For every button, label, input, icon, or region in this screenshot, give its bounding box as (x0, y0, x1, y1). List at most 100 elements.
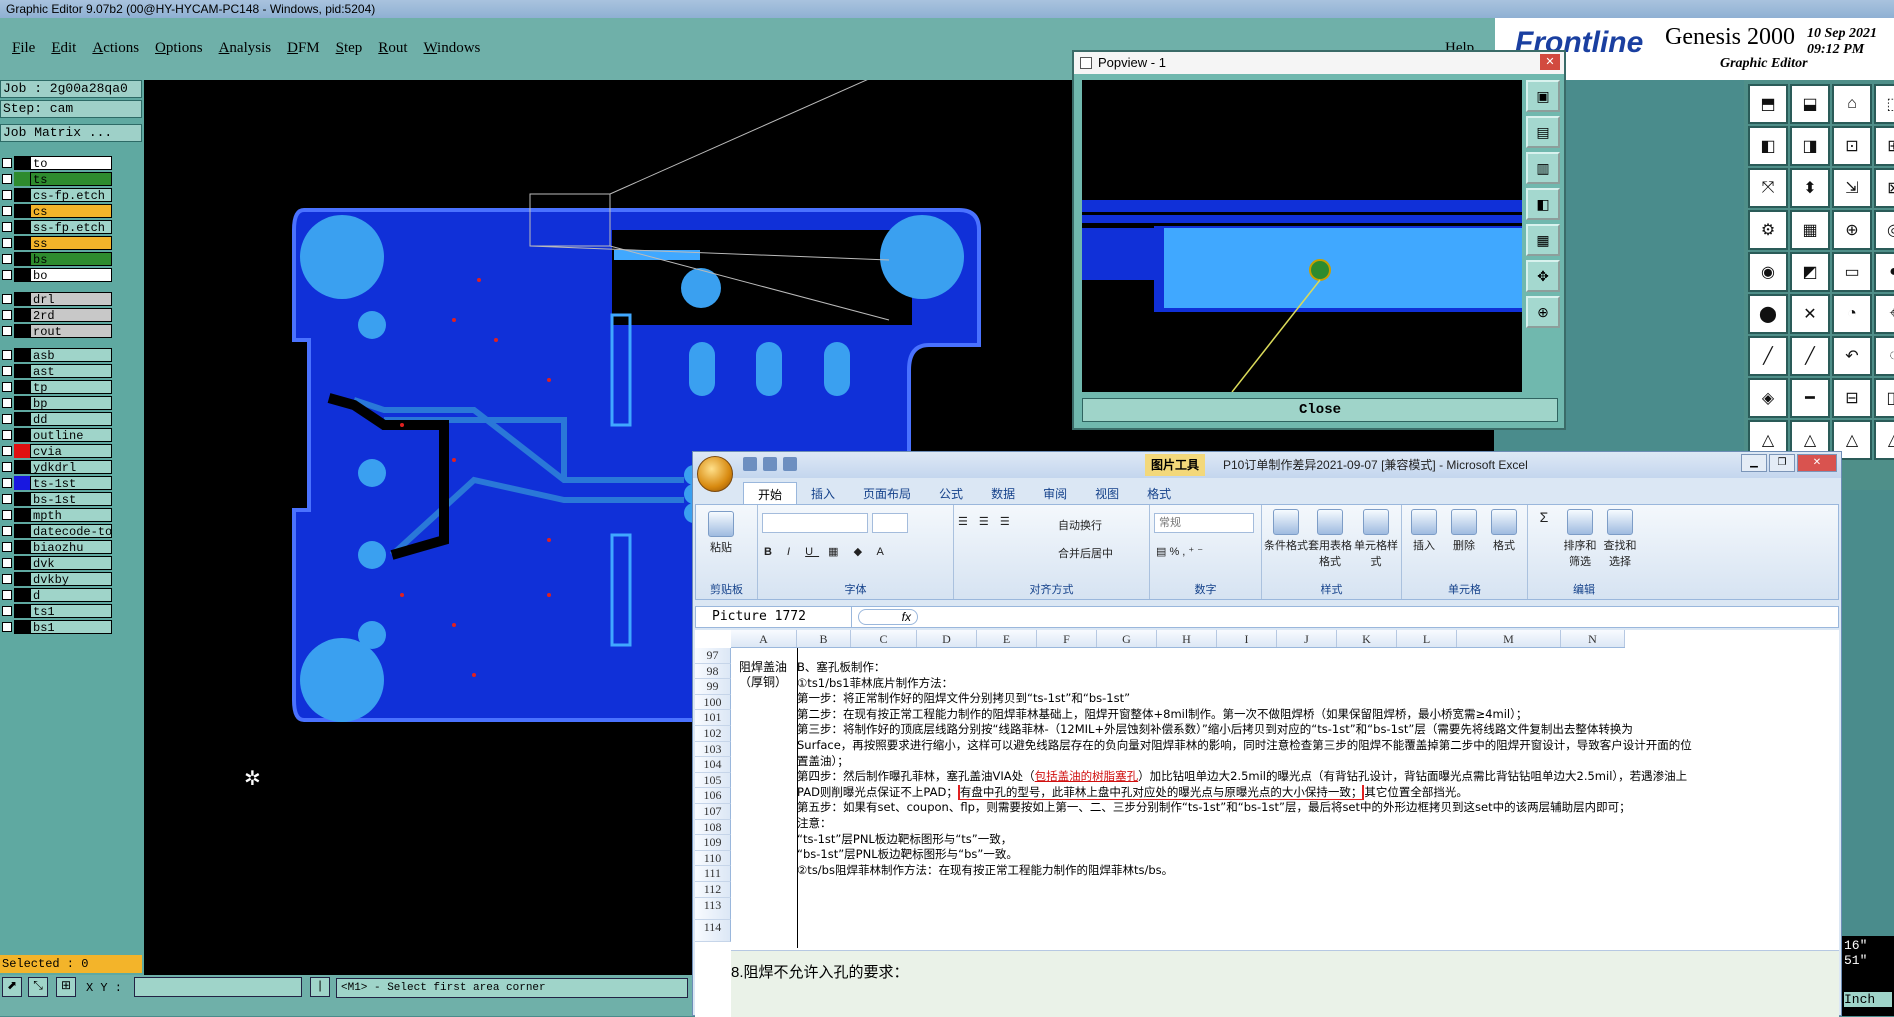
merge-center-button[interactable]: 合并后居中 (1058, 545, 1113, 561)
column-header[interactable]: G (1097, 630, 1157, 647)
menu-analysis[interactable]: Analysis (211, 40, 280, 57)
layer-row[interactable]: ts1 (0, 603, 114, 619)
ribbon-tab[interactable]: 插入 (797, 482, 849, 506)
layer-checkbox[interactable] (2, 414, 12, 424)
toolbar-tool-icon[interactable]: ⌖ (1874, 294, 1894, 334)
layer-checkbox[interactable] (2, 574, 12, 584)
popview-tool-icon[interactable]: ▦ (1526, 224, 1560, 256)
layer-row[interactable]: ts-1st (0, 475, 114, 491)
popview-viewport[interactable] (1082, 80, 1522, 392)
row-header[interactable]: 108 (695, 819, 731, 836)
layer-checkbox[interactable] (2, 158, 12, 168)
row-header[interactable]: 105 (695, 772, 731, 789)
row-header[interactable]: 101 (695, 710, 731, 726)
popview-tool-icon[interactable]: ⊕ (1526, 296, 1560, 328)
column-header[interactable]: N (1561, 630, 1625, 647)
layer-row[interactable]: outline (0, 427, 114, 443)
toolbar-tool-icon[interactable]: ⬍ (1790, 168, 1830, 208)
toolbar-tool-icon[interactable]: ↶ (1832, 336, 1872, 376)
column-header[interactable]: K (1337, 630, 1397, 647)
layer-row[interactable]: cs (0, 203, 114, 219)
find-select-button[interactable]: 查找和选择 (1602, 509, 1638, 569)
grid-tool-icon[interactable]: ⊞ (56, 977, 76, 997)
number-format-combo[interactable]: 常规 (1154, 513, 1254, 533)
layer-row[interactable]: rout (0, 323, 114, 339)
row-header[interactable]: 113 (695, 897, 731, 920)
toolbar-tool-icon[interactable]: ◫ (1874, 378, 1894, 418)
layer-row[interactable]: cs-fp.etch (0, 187, 114, 203)
toolbar-tool-icon[interactable]: ⊕ (1832, 210, 1872, 250)
layer-checkbox[interactable] (2, 326, 12, 336)
zoom-tool-icon[interactable]: ⬈ (2, 977, 22, 997)
toolbar-tool-icon[interactable]: ⊟ (1832, 378, 1872, 418)
layer-checkbox[interactable] (2, 542, 12, 552)
row-header[interactable]: 106 (695, 788, 731, 804)
column-header[interactable]: I (1217, 630, 1277, 647)
layer-checkbox[interactable] (2, 206, 12, 216)
layer-row[interactable]: bs (0, 251, 114, 267)
layer-checkbox[interactable] (2, 190, 12, 200)
layer-row[interactable]: ss-fp.etch (0, 219, 114, 235)
row-header[interactable]: 114 (695, 919, 731, 942)
menu-windows[interactable]: Windows (415, 40, 488, 57)
layer-row[interactable]: drl (0, 291, 114, 307)
layer-checkbox[interactable] (2, 270, 12, 280)
format-cells-button[interactable]: 格式 (1486, 509, 1522, 553)
layer-checkbox[interactable] (2, 590, 12, 600)
layer-row[interactable]: ts (0, 171, 114, 187)
column-header[interactable]: M (1457, 630, 1561, 647)
font-name-combo[interactable] (762, 513, 868, 533)
undo-icon[interactable] (763, 457, 777, 471)
ribbon-tab[interactable]: 开始 (743, 482, 798, 506)
fx-button[interactable]: fx (858, 609, 918, 625)
ribbon-tab[interactable]: 页面布局 (849, 482, 925, 506)
conditional-format-button[interactable]: 条件格式 (1264, 509, 1308, 553)
layer-checkbox[interactable] (2, 430, 12, 440)
layer-row[interactable]: bs-1st (0, 491, 114, 507)
layer-row[interactable]: bo (0, 267, 114, 283)
toolbar-tool-icon[interactable]: ✕ (1790, 294, 1830, 334)
row-header[interactable]: 109 (695, 835, 731, 851)
toolbar-tool-icon[interactable]: ▦ (1790, 210, 1830, 250)
row-header[interactable]: 98 (695, 663, 731, 680)
menu-file[interactable]: File (4, 40, 43, 57)
toolbar-tool-icon[interactable]: ⌂ (1832, 84, 1872, 124)
layer-row[interactable]: d (0, 587, 114, 603)
toolbar-tool-icon[interactable]: ╱ (1748, 336, 1788, 376)
toolbar-tool-icon[interactable]: ╱ (1790, 336, 1830, 376)
formula-input[interactable] (924, 607, 1838, 627)
font-size-combo[interactable] (872, 513, 908, 533)
toolbar-tool-icon[interactable]: ⬚ (1874, 84, 1894, 124)
layer-checkbox[interactable] (2, 382, 12, 392)
align-buttons[interactable]: ☰ ☰ ☰ (958, 515, 1048, 528)
toolbar-tool-icon[interactable]: ● (1874, 252, 1894, 292)
layer-checkbox[interactable] (2, 558, 12, 568)
minimize-icon[interactable]: ▁ (1741, 454, 1767, 472)
cell-styles-button[interactable]: 单元格样式 (1354, 509, 1398, 569)
toolbar-tool-icon[interactable]: ⤧ (1748, 168, 1788, 208)
ribbon-tab[interactable]: 公式 (925, 482, 977, 506)
layer-row[interactable]: dd (0, 411, 114, 427)
column-header[interactable]: L (1397, 630, 1457, 647)
layer-checkbox[interactable] (2, 494, 12, 504)
ribbon-tab[interactable]: 审阅 (1029, 482, 1081, 506)
office-button-icon[interactable] (697, 456, 733, 492)
layer-checkbox[interactable] (2, 526, 12, 536)
save-icon[interactable] (743, 457, 757, 471)
toolbar-tool-icon[interactable]: ⇲ (1832, 168, 1872, 208)
layer-checkbox[interactable] (2, 622, 12, 632)
layer-checkbox[interactable] (2, 606, 12, 616)
row-header[interactable]: 97 (695, 648, 731, 664)
row-header[interactable]: 104 (695, 757, 731, 773)
pointer-icon[interactable]: | (310, 977, 330, 997)
layer-row[interactable]: dvk (0, 555, 114, 571)
popview-tool-icon[interactable]: ▥ (1526, 152, 1560, 184)
layer-checkbox[interactable] (2, 174, 12, 184)
column-header[interactable]: J (1277, 630, 1337, 647)
name-box[interactable]: Picture 1772 (696, 607, 852, 627)
layer-checkbox[interactable] (2, 350, 12, 360)
xy-input[interactable] (134, 977, 302, 997)
layer-checkbox[interactable] (2, 446, 12, 456)
menu-dfm[interactable]: DFM (279, 40, 328, 57)
toolbar-tool-icon[interactable]: ◩ (1790, 252, 1830, 292)
